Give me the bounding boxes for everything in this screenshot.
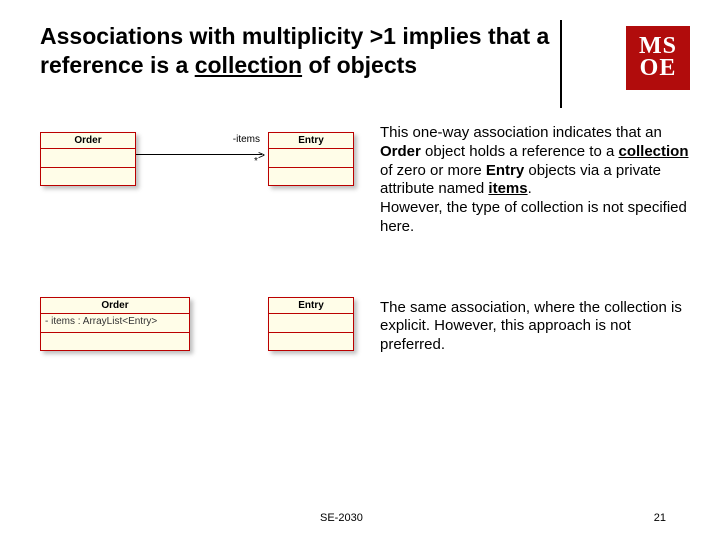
uml2-right-class: Entry <box>269 298 353 314</box>
description-2: The same association, where the collecti… <box>380 293 690 355</box>
description-1: This one-way association indicates that … <box>380 124 690 237</box>
uml-diagram-2: Order - items : ArrayList<Entry> Entry <box>40 293 380 373</box>
page-number: 21 <box>654 512 666 524</box>
uml1-assoc-label: -items <box>216 134 260 145</box>
title-underlined: collection <box>195 52 302 78</box>
uml1-arrowhead: > <box>258 148 265 162</box>
slide-title: Associations with multiplicity >1 implie… <box>40 22 626 80</box>
uml1-association-line <box>136 154 262 155</box>
course-code: SE-2030 <box>320 512 363 524</box>
uml-diagram-1: Order Entry > -items * <box>40 124 380 214</box>
uml2-left-attr: - items : ArrayList<Entry> <box>41 314 189 332</box>
uml1-right-class: Entry <box>269 133 353 149</box>
uml2-left-class: Order <box>41 298 189 314</box>
msoe-logo: MS OE <box>626 26 690 90</box>
uml1-left-class: Order <box>41 133 135 149</box>
logo-line2: OE <box>640 58 677 80</box>
title-text-2: of objects <box>302 52 417 78</box>
title-divider <box>560 20 562 108</box>
slide-footer: SE-2030 21 <box>0 512 720 524</box>
uml1-multiplicity: * <box>254 156 258 167</box>
